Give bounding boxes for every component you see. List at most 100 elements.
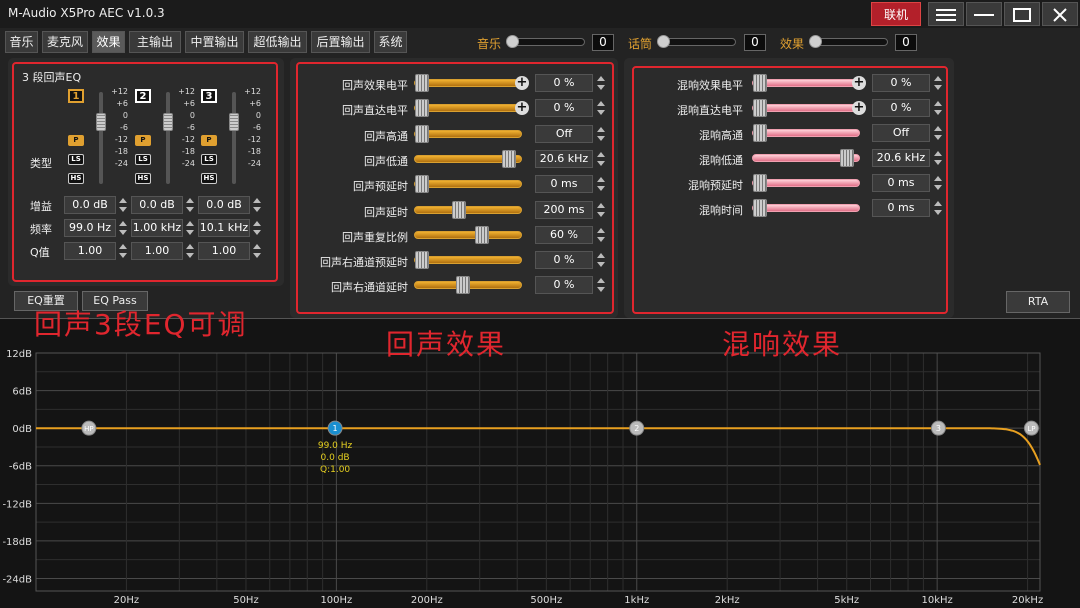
eq-band-1-type-ls[interactable]: LS [68,154,84,165]
reverb-row-slider[interactable] [752,199,860,217]
eq-band-3-type-ls[interactable]: LS [201,154,217,165]
tab-effects[interactable]: 效果 [92,31,125,53]
echo-row-slider[interactable] [414,200,522,219]
eq-band-1-button[interactable]: 1 [68,89,84,103]
echo-row-slider[interactable] [414,251,522,270]
reverb-row-slider-knob[interactable] [753,199,767,217]
reverb-row-slider[interactable] [752,174,860,192]
spin-icon[interactable] [597,226,605,244]
eq-band-1-type-p[interactable]: P [68,135,84,146]
eq-band-1-gain-field[interactable]: 0.0 dB [64,196,116,214]
echo-row-value-field[interactable]: 0 % [535,251,593,270]
reverb-row-slider-knob[interactable] [753,74,767,92]
eq-band-3-freq-field[interactable]: 10.1 kHz [198,219,250,237]
tab-sub-output[interactable]: 超低输出 [248,31,307,53]
echo-row-value-field[interactable]: 0 % [535,99,593,118]
eq-band-1-type-hs[interactable]: HS [68,173,84,184]
tab-main-output[interactable]: 主输出 [129,31,181,53]
slider-knob[interactable] [506,35,519,48]
spin-icon[interactable] [186,196,194,214]
spin-icon[interactable] [597,150,605,168]
spin-icon[interactable] [934,174,942,192]
reverb-row-value-field[interactable]: Off [872,124,930,142]
maximize-icon[interactable] [1004,2,1040,26]
spin-icon[interactable] [253,219,261,237]
eq-band-3-gain-field[interactable]: 0.0 dB [198,196,250,214]
spin-icon[interactable] [186,219,194,237]
spin-icon[interactable] [934,99,942,117]
echo-row-slider[interactable] [414,175,522,194]
eq-band-1-freq-field[interactable]: 99.0 Hz [64,219,116,237]
spin-icon[interactable] [253,242,261,260]
spin-icon[interactable] [934,149,942,167]
online-button[interactable]: 联机 [871,2,921,26]
reverb-row-slider-knob[interactable] [753,174,767,192]
eq-band-3-type-hs[interactable]: HS [201,173,217,184]
echo-row-value-field[interactable]: 20.6 kHz [535,149,593,168]
spin-icon[interactable] [597,251,605,269]
echo-row-slider-knob[interactable] [415,251,429,270]
eq-response-graph[interactable]: 12dB 6dB 0dB -6dB -12dB -18dB -24dB 20Hz 50Hz 100… [0,318,1080,608]
reverb-row-slider-knob[interactable] [753,99,767,117]
eq-band-3-button[interactable]: 3 [201,89,217,103]
tab-center-output[interactable]: 中置输出 [185,31,244,53]
reverb-row-slider[interactable] [752,149,860,167]
spin-icon[interactable] [597,201,605,219]
music-level-value[interactable]: 0 [592,34,614,51]
eq-band-1-fader-knob[interactable] [96,113,106,131]
reverb-row-slider[interactable] [752,124,860,142]
echo-row-slider[interactable] [414,225,522,244]
reverb-row-value-field[interactable]: 0 ms [872,174,930,192]
spin-icon[interactable] [934,74,942,92]
tab-rear-output[interactable]: 后置输出 [311,31,370,53]
effect-level-value[interactable]: 0 [895,34,917,51]
graph-canvas[interactable]: 12dB 6dB 0dB -6dB -12dB -18dB -24dB 20Hz 50Hz 100… [0,319,1080,608]
spin-icon[interactable] [934,124,942,142]
spin-icon[interactable] [934,199,942,217]
slider-knob[interactable] [657,35,670,48]
echo-row-slider[interactable] [414,276,522,295]
echo-row-value-field[interactable]: 60 % [535,225,593,244]
spin-icon[interactable] [253,196,261,214]
reverb-row-value-field[interactable]: 0 ms [872,199,930,217]
eq-band-2-button[interactable]: 2 [135,89,151,103]
eq-band-3-type-p[interactable]: P [201,135,217,146]
eq-band-2-type-p[interactable]: P [135,135,151,146]
eq-band-2-freq-field[interactable]: 1.00 kHz [131,219,183,237]
plus-icon[interactable]: + [852,101,866,115]
slider-knob[interactable] [809,35,822,48]
echo-row-slider-knob[interactable] [502,149,516,168]
plus-icon[interactable]: + [515,101,529,116]
reverb-row-slider[interactable] [752,74,860,92]
reverb-row-slider-knob[interactable] [840,149,854,167]
spin-icon[interactable] [597,276,605,294]
rta-button[interactable]: RTA [1006,291,1070,313]
echo-row-value-field[interactable]: 200 ms [535,200,593,219]
mic-level-slider[interactable] [657,35,736,48]
spin-icon[interactable] [597,99,605,117]
echo-row-value-field[interactable]: 0 % [535,276,593,295]
eq-band-2-type-hs[interactable]: HS [135,173,151,184]
eq-band-1-q-field[interactable]: 1.00 [64,242,116,260]
spin-icon[interactable] [119,242,127,260]
echo-row-slider-knob[interactable] [456,276,470,295]
eq-band-2-gain-field[interactable]: 0.0 dB [131,196,183,214]
tab-system[interactable]: 系统 [374,31,407,53]
mic-level-value[interactable]: 0 [744,34,766,51]
spin-icon[interactable] [119,219,127,237]
echo-row-slider-knob[interactable] [415,124,429,143]
eq-band-2-fader-knob[interactable] [163,113,173,131]
echo-row-slider[interactable] [414,99,522,118]
echo-row-slider-knob[interactable] [415,99,429,118]
close-icon[interactable] [1042,2,1078,26]
echo-row-value-field[interactable]: 0 ms [535,175,593,194]
eq-band-2-q-field[interactable]: 1.00 [131,242,183,260]
minimize-icon[interactable] [966,2,1002,26]
eq-band-3-q-field[interactable]: 1.00 [198,242,250,260]
echo-row-slider-knob[interactable] [452,200,466,219]
echo-row-slider[interactable] [414,74,522,92]
reverb-row-value-field[interactable]: 20.6 kHz [872,149,930,167]
effect-level-slider[interactable] [809,35,888,48]
tab-microphone[interactable]: 麦克风 [42,31,88,53]
tab-music[interactable]: 音乐 [5,31,38,53]
